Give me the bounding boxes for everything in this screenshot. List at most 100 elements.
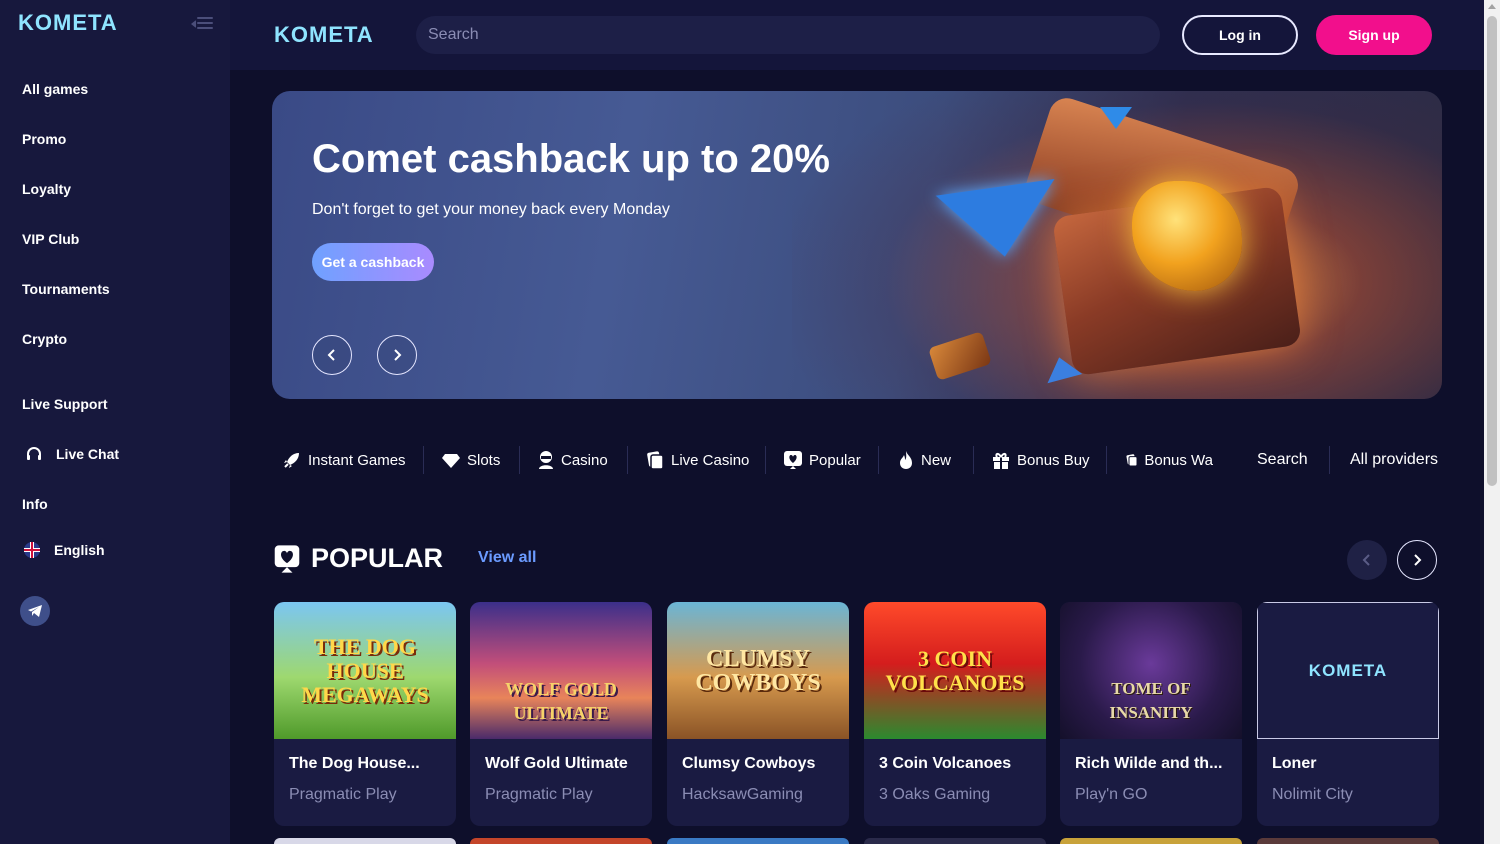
game-art-title: THE DOG HOUSE MEGAWAYS xyxy=(301,633,429,707)
chevron-right-icon xyxy=(394,349,402,361)
tab-bonus-buy[interactable]: Bonus Buy xyxy=(991,448,1090,472)
fire-icon xyxy=(900,451,912,469)
chevron-left-icon xyxy=(327,349,335,361)
sidebar-logo[interactable]: KOMETA xyxy=(18,10,118,36)
scroll-up-arrow-icon[interactable] xyxy=(1488,4,1496,9)
game-card[interactable]: KOMETA Loner Nolimit City xyxy=(1257,602,1439,826)
game-name: Rich Wilde and th... xyxy=(1075,755,1223,772)
tab-slots[interactable]: Slots xyxy=(441,448,500,472)
game-thumbnail: 3 COIN VOLCANOES xyxy=(864,602,1046,739)
promo-banner: Comet cashback up to 20% Don't forget to… xyxy=(272,91,1442,399)
heart-icon xyxy=(784,451,802,469)
signup-button[interactable]: Sign up xyxy=(1316,15,1432,55)
game-name: Clumsy Cowboys xyxy=(682,755,816,772)
game-name: Loner xyxy=(1272,755,1317,772)
game-art-title: 3 COIN VOLCANOES xyxy=(885,645,1025,695)
game-card[interactable]: CLUMSY COWBOYS Clumsy Cowboys HacksawGam… xyxy=(667,602,849,826)
game-card[interactable]: TOME OF INSANITY Rich Wilde and th... Pl… xyxy=(1060,602,1242,826)
sidebar-item-tournaments[interactable]: Tournaments xyxy=(22,281,110,297)
scrollbar-thumb[interactable] xyxy=(1487,16,1497,486)
tab-label: Bonus Buy xyxy=(1017,451,1090,469)
collapse-menu-icon[interactable] xyxy=(191,14,215,32)
heart-icon xyxy=(274,544,300,573)
all-providers-label: All providers xyxy=(1350,451,1439,468)
tab-label: Slots xyxy=(467,451,501,469)
sidebar-item-crypto[interactable]: Crypto xyxy=(22,331,67,347)
sidebar-item-vip-club[interactable]: VIP Club xyxy=(22,231,79,247)
search-input[interactable] xyxy=(416,16,1160,54)
tab-label: Casino xyxy=(561,451,608,469)
game-card-peek xyxy=(274,838,456,844)
game-thumbnail: WOLF GOLD ULTIMATE xyxy=(470,602,652,739)
all-providers-button[interactable]: All providers xyxy=(1350,448,1438,472)
uk-flag-icon xyxy=(22,540,42,560)
game-name: 3 Coin Volcanoes xyxy=(879,755,1012,772)
game-card[interactable]: WOLF GOLD ULTIMATE Wolf Gold Ultimate Pr… xyxy=(470,602,652,826)
tab-label: Live Casino xyxy=(671,451,750,469)
tab-live-casino[interactable]: Live Casino xyxy=(645,448,749,472)
tab-label: Popular xyxy=(809,451,861,469)
get-cashback-button[interactable]: Get a cashback xyxy=(312,243,434,281)
tab-divider xyxy=(1329,446,1330,474)
sidebar: KOMETA All games Promo Loyalty VIP Club … xyxy=(0,0,230,844)
sidebar-item-label: Crypto xyxy=(22,331,68,347)
tab-divider xyxy=(519,446,520,474)
game-art-title: KOMETA xyxy=(1308,660,1388,680)
sidebar-item-label: All games xyxy=(22,81,89,97)
tab-divider xyxy=(627,446,628,474)
rocket-icon xyxy=(284,453,299,468)
banner-prev-button[interactable] xyxy=(312,335,352,375)
gift-icon xyxy=(993,453,1009,469)
sidebar-item-all-games[interactable]: All games xyxy=(22,81,88,97)
chevron-left-icon xyxy=(1362,554,1370,566)
view-all-link[interactable]: View all xyxy=(478,549,536,567)
sidebar-item-label: Loyalty xyxy=(22,181,72,197)
sidebar-item-label: Tournaments xyxy=(22,281,110,297)
sidebar-item-loyalty[interactable]: Loyalty xyxy=(22,181,71,197)
sidebar-item-label: Live Support xyxy=(22,396,108,412)
dealer-icon xyxy=(539,451,553,469)
telegram-icon[interactable] xyxy=(20,596,50,626)
popular-next-button[interactable] xyxy=(1397,540,1437,580)
tab-casino[interactable]: Casino xyxy=(537,448,608,472)
popular-prev-button[interactable] xyxy=(1347,540,1387,580)
page-scrollbar[interactable] xyxy=(1484,0,1500,844)
game-card-peek xyxy=(1257,838,1439,844)
sidebar-item-live-chat[interactable]: Live Chat xyxy=(24,444,119,464)
game-art-title: WOLF GOLD ULTIMATE xyxy=(505,678,617,723)
login-button[interactable]: Log in xyxy=(1182,15,1298,55)
cards-icon xyxy=(647,451,664,470)
game-card[interactable]: THE DOG HOUSE MEGAWAYS The Dog House... … xyxy=(274,602,456,826)
sidebar-item-info[interactable]: Info xyxy=(22,496,48,512)
game-provider: Pragmatic Play xyxy=(485,786,593,803)
category-search-label: Search xyxy=(1257,451,1308,468)
header-logo[interactable]: KOMETA xyxy=(274,22,374,48)
game-card-peek xyxy=(864,838,1046,844)
game-thumbnail: THE DOG HOUSE MEGAWAYS xyxy=(274,602,456,739)
cards-icon xyxy=(1126,454,1138,467)
tab-new[interactable]: New xyxy=(897,448,951,472)
tab-bonus-wagering[interactable]: Bonus Wa xyxy=(1125,448,1213,472)
tab-divider xyxy=(878,446,879,474)
game-card-peek xyxy=(1060,838,1242,844)
game-thumbnail: TOME OF INSANITY xyxy=(1060,602,1242,739)
tab-popular[interactable]: Popular xyxy=(783,448,861,472)
game-provider: 3 Oaks Gaming xyxy=(879,786,991,803)
language-label: English xyxy=(54,542,105,558)
banner-subtitle: Don't forget to get your money back ever… xyxy=(312,201,670,218)
sidebar-item-label: VIP Club xyxy=(22,231,80,247)
game-card[interactable]: 3 COIN VOLCANOES 3 Coin Volcanoes 3 Oaks… xyxy=(864,602,1046,826)
crystal-image xyxy=(1100,107,1132,129)
diamond-icon xyxy=(442,454,460,468)
banner-next-button[interactable] xyxy=(377,335,417,375)
tab-instant-games[interactable]: Instant Games xyxy=(282,448,406,472)
chevron-right-icon xyxy=(1414,554,1422,566)
sidebar-item-label: Promo xyxy=(22,131,67,147)
tab-divider xyxy=(973,446,974,474)
top-header: KOMETA Log in Sign up xyxy=(230,0,1484,70)
game-provider: Pragmatic Play xyxy=(289,786,397,803)
category-search-button[interactable]: Search xyxy=(1257,448,1308,472)
sidebar-item-promo[interactable]: Promo xyxy=(22,131,66,147)
language-selector[interactable]: English xyxy=(22,540,105,560)
game-art-title: TOME OF INSANITY xyxy=(1109,678,1193,722)
